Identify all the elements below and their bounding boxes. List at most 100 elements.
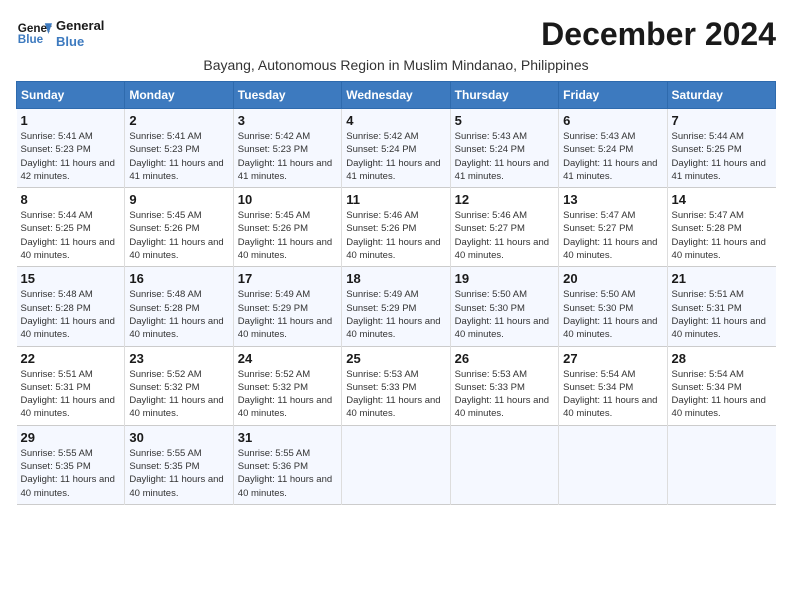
- day-number: 8: [21, 192, 121, 207]
- day-info: Sunrise: 5:51 AMSunset: 5:31 PMDaylight:…: [21, 368, 121, 421]
- day-number: 20: [563, 271, 662, 286]
- day-number: 31: [238, 430, 337, 445]
- col-tuesday: Tuesday: [233, 82, 341, 109]
- calendar-day-cell: 19 Sunrise: 5:50 AMSunset: 5:30 PMDaylig…: [450, 267, 558, 346]
- header: General Blue General Blue December 2024: [16, 16, 776, 53]
- calendar-day-cell: 6 Sunrise: 5:43 AMSunset: 5:24 PMDayligh…: [559, 109, 667, 188]
- day-info: Sunrise: 5:53 AMSunset: 5:33 PMDaylight:…: [346, 368, 445, 421]
- day-info: Sunrise: 5:43 AMSunset: 5:24 PMDaylight:…: [563, 130, 662, 183]
- day-number: 26: [455, 351, 554, 366]
- day-info: Sunrise: 5:55 AMSunset: 5:35 PMDaylight:…: [129, 447, 228, 500]
- calendar-day-cell: 22 Sunrise: 5:51 AMSunset: 5:31 PMDaylig…: [17, 346, 125, 425]
- month-title: December 2024: [541, 16, 776, 53]
- day-number: 17: [238, 271, 337, 286]
- subtitle: Bayang, Autonomous Region in Muslim Mind…: [16, 57, 776, 73]
- day-info: Sunrise: 5:52 AMSunset: 5:32 PMDaylight:…: [129, 368, 228, 421]
- calendar-day-cell: 9 Sunrise: 5:45 AMSunset: 5:26 PMDayligh…: [125, 188, 233, 267]
- logo: General Blue General Blue: [16, 16, 104, 52]
- day-number: 22: [21, 351, 121, 366]
- calendar-day-cell: [450, 425, 558, 504]
- calendar-day-cell: 28 Sunrise: 5:54 AMSunset: 5:34 PMDaylig…: [667, 346, 775, 425]
- day-number: 28: [672, 351, 772, 366]
- day-info: Sunrise: 5:47 AMSunset: 5:27 PMDaylight:…: [563, 209, 662, 262]
- day-info: Sunrise: 5:46 AMSunset: 5:27 PMDaylight:…: [455, 209, 554, 262]
- day-info: Sunrise: 5:49 AMSunset: 5:29 PMDaylight:…: [238, 288, 337, 341]
- day-info: Sunrise: 5:47 AMSunset: 5:28 PMDaylight:…: [672, 209, 772, 262]
- calendar-week-row: 1 Sunrise: 5:41 AMSunset: 5:23 PMDayligh…: [17, 109, 776, 188]
- calendar-day-cell: 7 Sunrise: 5:44 AMSunset: 5:25 PMDayligh…: [667, 109, 775, 188]
- day-number: 14: [672, 192, 772, 207]
- day-info: Sunrise: 5:52 AMSunset: 5:32 PMDaylight:…: [238, 368, 337, 421]
- calendar-week-row: 22 Sunrise: 5:51 AMSunset: 5:31 PMDaylig…: [17, 346, 776, 425]
- col-sunday: Sunday: [17, 82, 125, 109]
- calendar-day-cell: [559, 425, 667, 504]
- col-saturday: Saturday: [667, 82, 775, 109]
- day-number: 30: [129, 430, 228, 445]
- calendar-day-cell: 26 Sunrise: 5:53 AMSunset: 5:33 PMDaylig…: [450, 346, 558, 425]
- calendar-week-row: 29 Sunrise: 5:55 AMSunset: 5:35 PMDaylig…: [17, 425, 776, 504]
- day-number: 1: [21, 113, 121, 128]
- logo-icon: General Blue: [16, 16, 52, 52]
- day-number: 23: [129, 351, 228, 366]
- day-number: 24: [238, 351, 337, 366]
- day-number: 3: [238, 113, 337, 128]
- day-info: Sunrise: 5:55 AMSunset: 5:35 PMDaylight:…: [21, 447, 121, 500]
- day-number: 18: [346, 271, 445, 286]
- day-info: Sunrise: 5:45 AMSunset: 5:26 PMDaylight:…: [129, 209, 228, 262]
- calendar-day-cell: 23 Sunrise: 5:52 AMSunset: 5:32 PMDaylig…: [125, 346, 233, 425]
- day-info: Sunrise: 5:53 AMSunset: 5:33 PMDaylight:…: [455, 368, 554, 421]
- calendar-day-cell: 3 Sunrise: 5:42 AMSunset: 5:23 PMDayligh…: [233, 109, 341, 188]
- calendar-day-cell: 2 Sunrise: 5:41 AMSunset: 5:23 PMDayligh…: [125, 109, 233, 188]
- day-info: Sunrise: 5:44 AMSunset: 5:25 PMDaylight:…: [672, 130, 772, 183]
- day-info: Sunrise: 5:51 AMSunset: 5:31 PMDaylight:…: [672, 288, 772, 341]
- day-info: Sunrise: 5:46 AMSunset: 5:26 PMDaylight:…: [346, 209, 445, 262]
- calendar-day-cell: 27 Sunrise: 5:54 AMSunset: 5:34 PMDaylig…: [559, 346, 667, 425]
- svg-text:Blue: Blue: [18, 33, 44, 46]
- day-info: Sunrise: 5:54 AMSunset: 5:34 PMDaylight:…: [672, 368, 772, 421]
- calendar-day-cell: 16 Sunrise: 5:48 AMSunset: 5:28 PMDaylig…: [125, 267, 233, 346]
- day-info: Sunrise: 5:44 AMSunset: 5:25 PMDaylight:…: [21, 209, 121, 262]
- day-number: 27: [563, 351, 662, 366]
- day-number: 4: [346, 113, 445, 128]
- calendar-day-cell: 18 Sunrise: 5:49 AMSunset: 5:29 PMDaylig…: [342, 267, 450, 346]
- day-number: 13: [563, 192, 662, 207]
- day-number: 25: [346, 351, 445, 366]
- day-info: Sunrise: 5:50 AMSunset: 5:30 PMDaylight:…: [455, 288, 554, 341]
- day-info: Sunrise: 5:42 AMSunset: 5:23 PMDaylight:…: [238, 130, 337, 183]
- calendar-day-cell: 11 Sunrise: 5:46 AMSunset: 5:26 PMDaylig…: [342, 188, 450, 267]
- calendar-day-cell: 15 Sunrise: 5:48 AMSunset: 5:28 PMDaylig…: [17, 267, 125, 346]
- day-info: Sunrise: 5:42 AMSunset: 5:24 PMDaylight:…: [346, 130, 445, 183]
- logo-text: General Blue: [56, 18, 104, 49]
- day-number: 29: [21, 430, 121, 445]
- day-info: Sunrise: 5:54 AMSunset: 5:34 PMDaylight:…: [563, 368, 662, 421]
- col-wednesday: Wednesday: [342, 82, 450, 109]
- calendar-table: Sunday Monday Tuesday Wednesday Thursday…: [16, 81, 776, 505]
- calendar-week-row: 15 Sunrise: 5:48 AMSunset: 5:28 PMDaylig…: [17, 267, 776, 346]
- day-number: 16: [129, 271, 228, 286]
- day-number: 10: [238, 192, 337, 207]
- calendar-day-cell: 29 Sunrise: 5:55 AMSunset: 5:35 PMDaylig…: [17, 425, 125, 504]
- day-number: 15: [21, 271, 121, 286]
- day-number: 12: [455, 192, 554, 207]
- calendar-day-cell: 8 Sunrise: 5:44 AMSunset: 5:25 PMDayligh…: [17, 188, 125, 267]
- col-thursday: Thursday: [450, 82, 558, 109]
- day-info: Sunrise: 5:48 AMSunset: 5:28 PMDaylight:…: [21, 288, 121, 341]
- day-info: Sunrise: 5:50 AMSunset: 5:30 PMDaylight:…: [563, 288, 662, 341]
- calendar-day-cell: [342, 425, 450, 504]
- day-number: 6: [563, 113, 662, 128]
- day-info: Sunrise: 5:48 AMSunset: 5:28 PMDaylight:…: [129, 288, 228, 341]
- day-info: Sunrise: 5:55 AMSunset: 5:36 PMDaylight:…: [238, 447, 337, 500]
- day-info: Sunrise: 5:41 AMSunset: 5:23 PMDaylight:…: [129, 130, 228, 183]
- calendar-day-cell: 1 Sunrise: 5:41 AMSunset: 5:23 PMDayligh…: [17, 109, 125, 188]
- day-info: Sunrise: 5:43 AMSunset: 5:24 PMDaylight:…: [455, 130, 554, 183]
- day-number: 11: [346, 192, 445, 207]
- calendar-day-cell: 4 Sunrise: 5:42 AMSunset: 5:24 PMDayligh…: [342, 109, 450, 188]
- day-number: 9: [129, 192, 228, 207]
- day-number: 2: [129, 113, 228, 128]
- calendar-day-cell: 20 Sunrise: 5:50 AMSunset: 5:30 PMDaylig…: [559, 267, 667, 346]
- day-number: 21: [672, 271, 772, 286]
- calendar-header-row: Sunday Monday Tuesday Wednesday Thursday…: [17, 82, 776, 109]
- calendar-day-cell: 5 Sunrise: 5:43 AMSunset: 5:24 PMDayligh…: [450, 109, 558, 188]
- calendar-day-cell: 21 Sunrise: 5:51 AMSunset: 5:31 PMDaylig…: [667, 267, 775, 346]
- calendar-day-cell: 13 Sunrise: 5:47 AMSunset: 5:27 PMDaylig…: [559, 188, 667, 267]
